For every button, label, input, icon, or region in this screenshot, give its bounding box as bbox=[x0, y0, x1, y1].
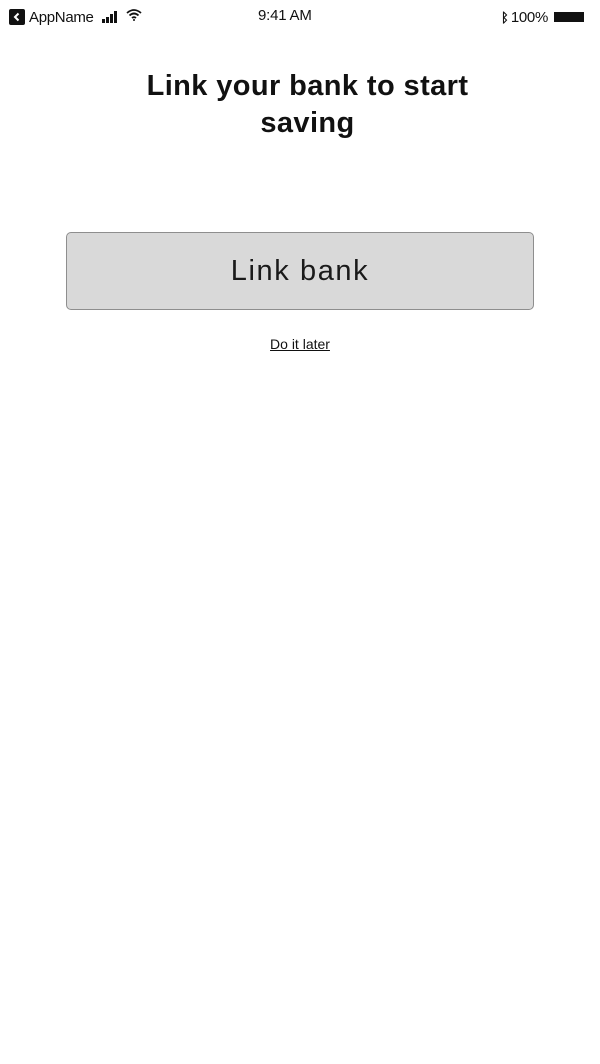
link-bank-button[interactable]: Link bank bbox=[66, 232, 534, 310]
status-time: 9:41 AM bbox=[258, 7, 312, 24]
bluetooth-icon: ᛒ bbox=[501, 9, 509, 25]
page-title: Link your bank to start saving bbox=[146, 70, 469, 139]
battery-percent: 100% bbox=[510, 8, 548, 26]
status-right: ᛒ 100% bbox=[501, 7, 584, 27]
battery-icon bbox=[554, 12, 584, 22]
status-left: AppName bbox=[9, 7, 142, 27]
app-name[interactable]: AppName bbox=[29, 9, 94, 26]
status-bar: AppName 9:41 AM ᛒ 100% bbox=[0, 0, 600, 34]
signal-icon bbox=[101, 11, 118, 23]
back-icon[interactable] bbox=[9, 9, 25, 25]
wifi-icon bbox=[126, 8, 142, 26]
do-it-later-link[interactable]: Do it later bbox=[0, 336, 600, 352]
